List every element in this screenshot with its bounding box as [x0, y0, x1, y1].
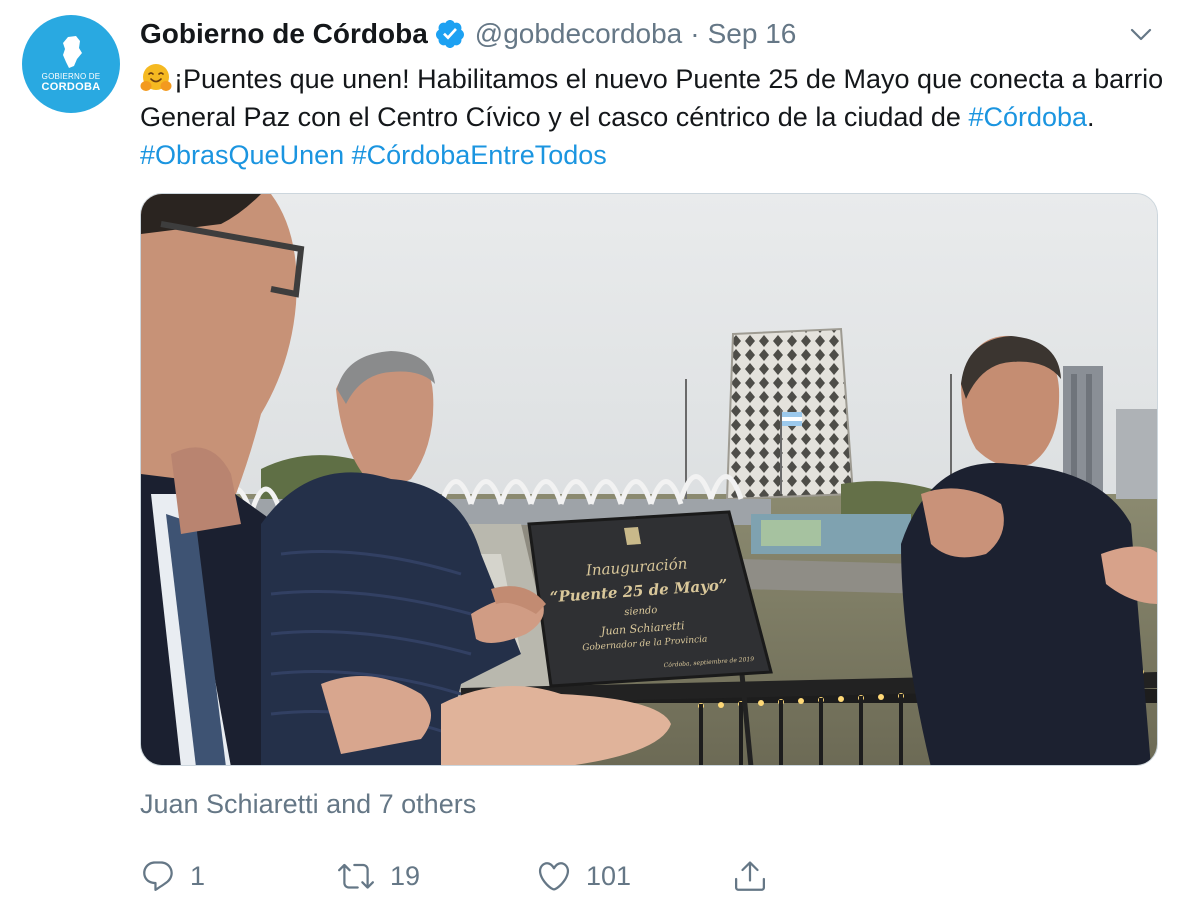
avatar[interactable]: GOBIERNO DE CORDOBA [22, 15, 120, 113]
tweet-text-part2: . [1087, 102, 1095, 132]
tweet-actions: 1 19 101 [140, 852, 840, 900]
cordoba-logo-icon [63, 36, 82, 68]
display-name[interactable]: Gobierno de Córdoba [140, 18, 428, 50]
share-button[interactable] [732, 852, 768, 900]
like-button[interactable]: 101 [536, 852, 631, 900]
reply-button[interactable]: 1 [140, 852, 205, 900]
retweet-count: 19 [390, 860, 421, 891]
handle[interactable]: @gobdecordoba [475, 18, 682, 50]
verified-badge-icon [434, 18, 466, 50]
retweet-button[interactable]: 19 [336, 852, 420, 900]
retweet-icon [336, 858, 376, 894]
hashtag-cordoba[interactable]: #Córdoba [968, 102, 1087, 132]
plaque-siendo: siendo [624, 605, 658, 618]
like-icon [536, 858, 572, 894]
reply-count: 1 [190, 860, 206, 891]
share-icon [732, 858, 768, 894]
avatar-line2: CORDOBA [41, 81, 101, 93]
avatar-line1: GOBIERNO DE [41, 72, 101, 81]
hashtag-cordoba-entre-todos[interactable]: #CórdobaEntreTodos [352, 140, 607, 170]
hugging-face-emoji [140, 62, 172, 94]
tagged-users[interactable]: Juan Schiaretti and 7 others [140, 789, 476, 820]
like-count: 101 [586, 860, 632, 891]
reply-icon [140, 858, 176, 894]
tweet-text-space [344, 140, 352, 170]
tweet-header: Gobierno de Córdoba @gobdecordoba · Sep … [140, 14, 796, 54]
tweet-text: ¡Puentes que unen! Habilitamos el nuevo … [140, 60, 1170, 174]
tweet-photo[interactable]: Inauguración “Puente 25 de Mayo” siendo … [140, 193, 1158, 766]
tweet-date[interactable]: Sep 16 [708, 18, 797, 50]
tweet[interactable]: GOBIERNO DE CORDOBA Gobierno de Córdoba … [0, 0, 1178, 912]
chevron-down-icon[interactable] [1126, 22, 1156, 48]
separator-dot: · [690, 18, 700, 49]
hashtag-obras-que-unen[interactable]: #ObrasQueUnen [140, 140, 344, 170]
